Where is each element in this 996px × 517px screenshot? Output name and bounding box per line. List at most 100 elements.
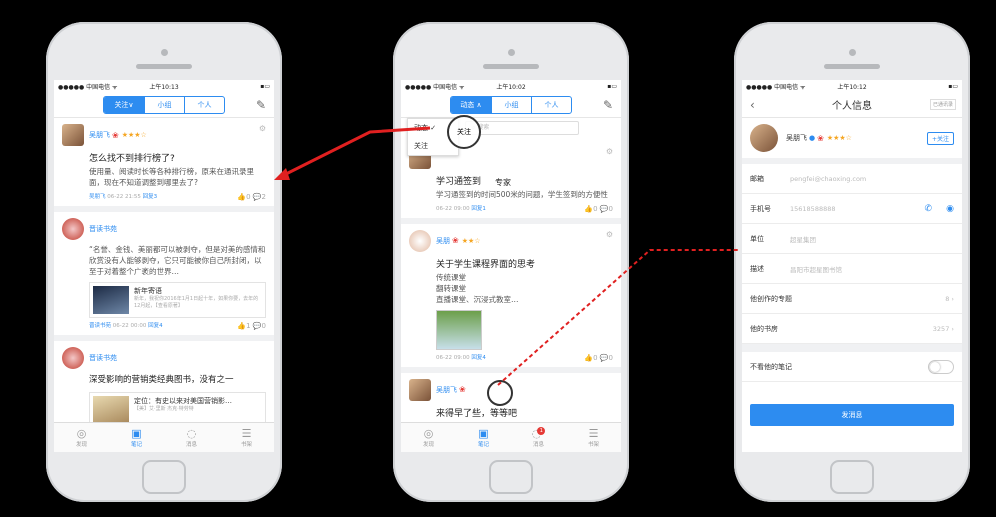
avatar[interactable] [409, 229, 431, 252]
tab-follow[interactable]: 关注∨ [104, 96, 144, 113]
tab-bookshelf[interactable]: ☰ 书架 [579, 427, 609, 448]
link-topics[interactable]: 他创作的专题 8 › [742, 284, 962, 314]
tab-personal[interactable]: 个人 [531, 96, 571, 113]
user-name[interactable]: 吴朋飞 [436, 385, 457, 395]
avatar[interactable] [62, 347, 84, 370]
tab-discover[interactable]: ◎ 发现 [67, 427, 97, 448]
shared-book[interactable]: 新年寄语 新年，我祝你2016年1月1日起十年，如果你要，去年的12月起，【查看原… [89, 282, 266, 319]
tab-dynamic[interactable]: 动态 ∧ [451, 96, 491, 113]
speaker [824, 64, 880, 69]
contacts-button[interactable]: 已通讯录 [929, 99, 956, 110]
home-button[interactable] [489, 460, 533, 494]
like-icon[interactable]: 👍 [237, 322, 246, 330]
like-icon[interactable]: 👍 [584, 205, 593, 213]
home-button[interactable] [830, 460, 874, 494]
speaker [483, 64, 539, 69]
field-label: 手机号 [750, 204, 771, 213]
bottom-tab-bar: ◎ 发现 ▣ 笔记 ◌1 消息 ☰ 书架 [401, 422, 621, 452]
back-icon[interactable]: ‹ [750, 98, 755, 112]
phone-icon[interactable]: ✆ [924, 204, 932, 214]
field-value: 15618588888 [790, 204, 836, 213]
field-label: 邮箱 [750, 174, 764, 183]
comment-icon[interactable]: 💬 [600, 354, 609, 362]
meta-user[interactable]: 吴朋飞 [89, 194, 106, 200]
like-count: 0 [246, 192, 251, 201]
tab-personal[interactable]: 个人 [184, 96, 224, 113]
note-image[interactable] [436, 309, 482, 350]
search-input[interactable]: ⌕ 搜索 [465, 121, 579, 135]
user-name[interactable]: 晋读书苑 [89, 224, 117, 234]
flower-icon: ❀ [459, 385, 466, 394]
user-name[interactable]: 吴朋 [436, 236, 450, 246]
note-body: 深受影响的营销类经典图书，没有之一 [89, 375, 234, 386]
follow-button[interactable]: +关注 [926, 131, 954, 145]
book-desc: 新年，我祝你2016年1月1日起十年，如果你要，去年的12月起，【查看原著】 [134, 296, 259, 310]
user-name[interactable]: 吴朋飞 [89, 130, 110, 140]
tab-notes[interactable]: ▣ 笔记 [122, 427, 152, 448]
status-bar: ●●●●● 中国电信 ᯤ 上午10:12 ▪▭ [742, 80, 962, 92]
comment-count: 2 [261, 192, 266, 201]
tab-group[interactable]: 小组 [144, 96, 184, 113]
speaker [136, 64, 192, 69]
stage: ●●●●● 中国电信 ᯤ 上午10:13 ▪▭ 关注∨ 小组 个人 ✎ 吴朋飞 … [0, 0, 996, 517]
tab-discover[interactable]: ◎ 发现 [414, 427, 444, 448]
chat-icon: ◌ [186, 427, 197, 440]
comment-icon[interactable]: 💬 [600, 205, 609, 213]
comment-count: 0 [608, 353, 613, 362]
note-body: 使用量、阅读时长等各种排行榜，原来在通讯录里面，现在不知道调整到哪里去了? [89, 167, 254, 187]
more-icon[interactable]: ⚙ [259, 124, 266, 133]
link-library[interactable]: 他的书房 3257 › [742, 314, 962, 344]
tab-notes[interactable]: ▣ 笔记 [469, 427, 499, 448]
note-card[interactable]: 晋读书苑 “名誉、金钱、美丽都可以被剥夺，但是对美的感情和欣赏没有人能够剥夺，它… [54, 212, 274, 342]
home-button[interactable] [142, 460, 186, 494]
link-label: 他创作的专题 [750, 294, 792, 303]
send-message-button[interactable]: 发消息 [750, 404, 954, 426]
reply-link[interactable]: 回复1 [471, 206, 486, 212]
reply-link[interactable]: 回复3 [143, 194, 158, 200]
book-cover [93, 395, 129, 424]
tab-group[interactable]: 小组 [491, 96, 531, 113]
avatar[interactable] [409, 378, 431, 401]
bottom-tab-bar: ◎ 发现 ▣ 笔记 ◌ 消息 ☰ 书架 [54, 422, 274, 452]
tab-label: 笔记 [477, 442, 489, 448]
like-icon[interactable]: 👍 [584, 354, 593, 362]
user-name[interactable]: 晋读书苑 [89, 353, 117, 363]
profile-header: 吴朋飞 ● ❀ ★★★☆ +关注 [742, 118, 962, 164]
top-nav: 关注∨ 小组 个人 ✎ [54, 92, 274, 118]
flower-icon: ❀ [452, 236, 459, 246]
tab-messages[interactable]: ◌ 消息 [177, 427, 207, 448]
field-label: 单位 [750, 234, 764, 243]
like-icon[interactable]: 👍 [237, 193, 246, 201]
magnifier-avatar [487, 380, 513, 406]
book-title: 定位：有史以来对美国营销影… [134, 396, 232, 405]
note-title: 来得早了些，等等吧 [436, 408, 518, 419]
verified-icon: ● [809, 134, 816, 142]
note-card[interactable]: 吴朋飞 ❀ ★★★☆ ⚙ 怎么找不到排行榜了? 使用量、阅读时长等各种排行榜，原… [54, 118, 274, 212]
book-title: 新年寄语 [134, 287, 162, 296]
field-description: 描述 昌阳市超星图书馆 [742, 254, 962, 284]
note-icon: ▣ [131, 427, 142, 440]
reply-link[interactable]: 回复4 [471, 355, 486, 361]
reply-link[interactable]: 回复4 [148, 323, 163, 329]
compose-icon[interactable]: ✎ [256, 98, 266, 112]
tab-label: 书架 [240, 442, 252, 448]
meta-user[interactable]: 晋读书苑 [89, 323, 111, 329]
comment-icon[interactable]: 💬 [253, 193, 262, 201]
compose-icon[interactable]: ✎ [603, 98, 613, 112]
like-count: 0 [593, 353, 598, 362]
avatar[interactable] [62, 124, 84, 146]
tab-messages[interactable]: ◌1 消息 [524, 427, 554, 448]
message-icon[interactable]: ◉ [946, 204, 954, 214]
note-card[interactable]: 吴朋 ❀ ★★☆ ⚙ 关于学生课程界面的思考 传统课堂 翻转课堂 直播课堂、沉浸… [401, 224, 621, 373]
note-actions: 👍0 💬2 [237, 193, 266, 201]
comment-icon[interactable]: 💬 [253, 322, 262, 330]
avatar[interactable] [62, 217, 84, 240]
tab-bookshelf[interactable]: ☰ 书架 [232, 427, 262, 448]
phone-left: ●●●●● 中国电信 ᯤ 上午10:13 ▪▭ 关注∨ 小组 个人 ✎ 吴朋飞 … [46, 22, 282, 502]
more-icon[interactable]: ⚙ [606, 147, 613, 156]
hide-notes-toggle[interactable] [928, 359, 954, 374]
field-value[interactable]: pengfei@chaoxing.com [790, 175, 866, 183]
avatar[interactable] [750, 124, 778, 152]
note-actions: 👍1 💬0 [237, 322, 266, 330]
more-icon[interactable]: ⚙ [606, 230, 613, 239]
